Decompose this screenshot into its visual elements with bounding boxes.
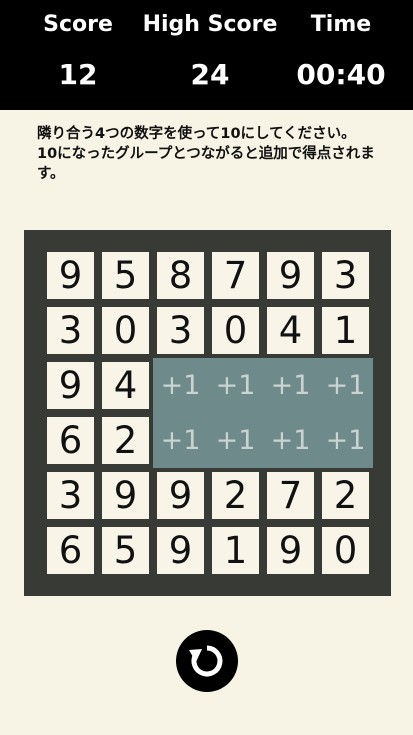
- high-score-value: 24: [190, 58, 230, 91]
- bonus-cell: +1: [153, 358, 208, 413]
- bonus-cell: +1: [208, 358, 263, 413]
- number-cell[interactable]: 3: [322, 252, 369, 299]
- number-cell[interactable]: 9: [47, 362, 94, 409]
- number-cell[interactable]: 2: [212, 472, 259, 519]
- number-cell[interactable]: 2: [102, 417, 149, 464]
- number-cell[interactable]: 9: [102, 472, 149, 519]
- number-cell[interactable]: 3: [157, 307, 204, 354]
- bonus-cell: +1: [208, 413, 263, 468]
- number-cell[interactable]: 6: [47, 527, 94, 574]
- number-cell[interactable]: 9: [267, 252, 314, 299]
- number-cell[interactable]: 9: [157, 527, 204, 574]
- bonus-cell: +1: [153, 413, 208, 468]
- reset-button[interactable]: [176, 630, 238, 692]
- high-score-label: High Score: [142, 12, 278, 37]
- bonus-cell: +1: [318, 413, 373, 468]
- number-cell[interactable]: 1: [212, 527, 259, 574]
- score-header: Score 12 High Score 24 Time 00:40: [0, 0, 413, 110]
- number-cell[interactable]: 4: [102, 362, 149, 409]
- bonus-cell: +1: [263, 413, 318, 468]
- number-cell[interactable]: 5: [102, 252, 149, 299]
- number-cell[interactable]: 0: [212, 307, 259, 354]
- number-cell[interactable]: 0: [322, 527, 369, 574]
- number-cell[interactable]: 6: [47, 417, 94, 464]
- time-value: 00:40: [296, 58, 386, 91]
- bonus-cell: +1: [263, 358, 318, 413]
- score-value: 12: [58, 58, 98, 91]
- instruction-line-2: 10になったグループとつながると追加で得点されます。: [37, 146, 375, 182]
- number-cell[interactable]: 8: [157, 252, 204, 299]
- number-cell[interactable]: 3: [47, 307, 94, 354]
- number-cell[interactable]: 4: [267, 307, 314, 354]
- number-cell[interactable]: 3: [47, 472, 94, 519]
- instructions: 隣り合う4つの数字を使って10にしてください。 10になったグループとつながると…: [37, 124, 377, 184]
- number-cell[interactable]: 9: [267, 527, 314, 574]
- number-cell[interactable]: 2: [322, 472, 369, 519]
- number-cell[interactable]: 7: [212, 252, 259, 299]
- time-label: Time: [310, 12, 372, 37]
- number-cell[interactable]: 9: [157, 472, 204, 519]
- number-cell[interactable]: 9: [47, 252, 94, 299]
- bonus-cell: +1: [318, 358, 373, 413]
- number-cell[interactable]: 0: [102, 307, 149, 354]
- score-label: Score: [43, 12, 113, 37]
- number-cell[interactable]: 5: [102, 527, 149, 574]
- game-board: 9 5 8 7 9 3 3 0 3 0 4 1 9 4 +1 +1 +1 +1 6 2 +1 +1 +1 +1 3 9 9 2 7 2 6 5…: [24, 230, 391, 596]
- number-cell[interactable]: 1: [322, 307, 369, 354]
- number-cell[interactable]: 7: [267, 472, 314, 519]
- instruction-line-1: 隣り合う4つの数字を使って10にしてください。: [37, 126, 356, 142]
- refresh-icon: [189, 645, 223, 677]
